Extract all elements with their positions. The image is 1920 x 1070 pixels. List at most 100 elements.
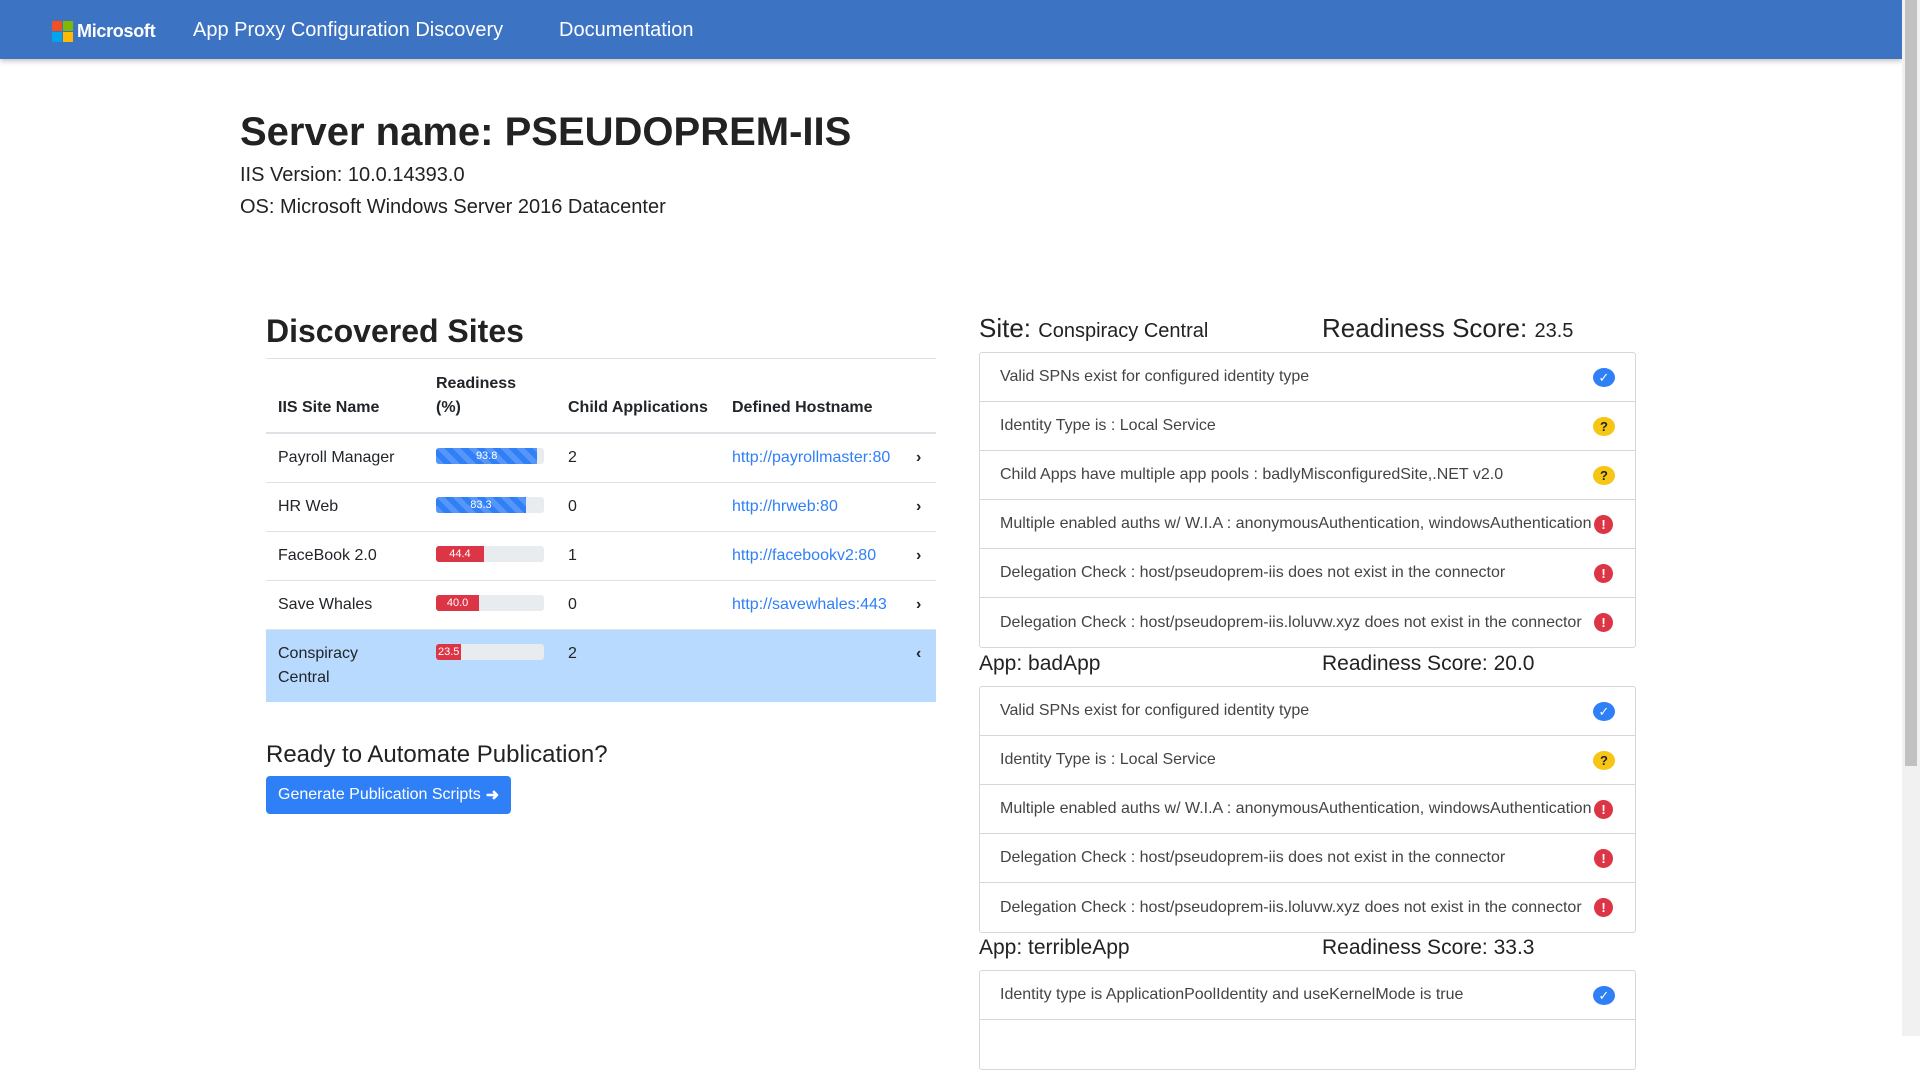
- expand-cell[interactable]: ›: [904, 481, 936, 531]
- readiness-progress-bar: 93.8: [436, 447, 544, 464]
- app-title: App: badApp: [979, 652, 1101, 675]
- hostname-cell: [720, 628, 904, 702]
- readiness-progress-fill: 40.0: [436, 594, 480, 611]
- expand-cell[interactable]: ‹: [904, 628, 936, 702]
- microsoft-logo-icon: [52, 20, 73, 42]
- col-expand: [904, 358, 936, 434]
- readiness-progress-fill: 44.4: [436, 545, 484, 562]
- error-icon: !: [1594, 800, 1613, 819]
- site-row[interactable]: Payroll Manager 93.8 2 http://payrollmaster…: [266, 432, 936, 482]
- hostname-cell: http://facebookv2:80: [720, 530, 904, 580]
- question-icon: ?: [1593, 751, 1615, 770]
- check-item: Delegation Check : host/pseudoprem-iis.l…: [980, 598, 1635, 647]
- site-row[interactable]: Conspiracy Central 23.5 2 ‹: [266, 628, 936, 702]
- error-icon: !: [1594, 515, 1613, 534]
- check-text: Identity type is ApplicationPoolIdentity…: [1000, 986, 1464, 1003]
- chevron-right-icon[interactable]: ›: [916, 547, 921, 564]
- col-readiness: Readiness (%): [424, 358, 556, 434]
- check-text: Child Apps have multiple app pools : bad…: [1000, 466, 1504, 483]
- check-item: Delegation Check : host/pseudoprem-iis.l…: [980, 883, 1635, 932]
- expand-cell[interactable]: ›: [904, 530, 936, 580]
- site-name-cell: FaceBook 2.0: [266, 530, 424, 580]
- hostname-cell: http://savewhales:443: [720, 579, 904, 629]
- readiness-cell: 40.0: [424, 579, 556, 629]
- check-item: Identity Type is : Local Service?: [980, 402, 1635, 451]
- error-icon: !: [1594, 849, 1613, 868]
- readiness-cell: 44.4: [424, 530, 556, 580]
- site-row[interactable]: HR Web 83.3 0 http://hrweb:80 ›: [266, 481, 936, 531]
- check-text: Delegation Check : host/pseudoprem-iis d…: [1000, 564, 1506, 581]
- sites-table-header: IIS Site Name Readiness (%) Child Applic…: [266, 358, 936, 434]
- readiness-progress-fill: 93.8: [436, 447, 538, 464]
- readiness-cell: 93.8: [424, 432, 556, 482]
- check-text: Valid SPNs exist for configured identity…: [1000, 368, 1310, 385]
- hostname-cell: http://payrollmaster:80: [720, 432, 904, 482]
- site-name-cell: Payroll Manager: [266, 432, 424, 482]
- sites-table: IIS Site Name Readiness (%) Child Applic…: [266, 358, 936, 702]
- app-score: Readiness Score: 33.3: [1322, 936, 1535, 959]
- app-check-list: Valid SPNs exist for configured identity…: [979, 686, 1636, 933]
- site-name-cell: Save Whales: [266, 579, 424, 629]
- readiness-progress-bar: 44.4: [436, 545, 544, 562]
- check-text: Delegation Check : host/pseudoprem-iis d…: [1000, 849, 1506, 866]
- check-item: Valid SPNs exist for configured identity…: [980, 353, 1635, 402]
- chevron-right-icon[interactable]: ›: [916, 449, 921, 466]
- automate-heading: Ready to Automate Publication?: [266, 741, 608, 768]
- col-child-apps: Child Applications: [556, 358, 720, 434]
- expand-cell[interactable]: ›: [904, 579, 936, 629]
- question-icon: ?: [1593, 417, 1615, 436]
- error-icon: !: [1594, 564, 1613, 583]
- site-score: 23.5: [1534, 320, 1574, 342]
- app-check-list: Identity type is ApplicationPoolIdentity…: [979, 970, 1636, 1070]
- readiness-progress-fill: 23.5: [436, 643, 462, 660]
- score-label: Readiness Score:: [1322, 313, 1528, 343]
- hostname-link[interactable]: http://savewhales:443: [732, 596, 887, 613]
- readiness-progress-bar: 23.5: [436, 643, 544, 660]
- check-text: Valid SPNs exist for configured identity…: [1000, 702, 1310, 719]
- top-navbar: Microsoft App Proxy Configuration Discov…: [0, 0, 1902, 59]
- nav-app-title[interactable]: App Proxy Configuration Discovery: [193, 19, 503, 42]
- hostname-link[interactable]: http://facebookv2:80: [732, 547, 876, 564]
- site-name-cell: HR Web: [266, 481, 424, 531]
- readiness-progress-fill: 83.3: [436, 496, 526, 513]
- site-name: Conspiracy Central: [1038, 320, 1209, 342]
- check-icon: ✓: [1593, 986, 1615, 1005]
- check-item: Identity Type is : Local Service?: [980, 736, 1635, 785]
- nav-documentation[interactable]: Documentation: [559, 19, 694, 42]
- app-title: App: terribleApp: [979, 936, 1130, 959]
- readiness-progress-bar: 40.0: [436, 594, 544, 611]
- question-icon: ?: [1593, 466, 1615, 485]
- arrow-right-icon: ➜: [485, 787, 500, 804]
- chevron-right-icon[interactable]: ›: [916, 596, 921, 613]
- check-text: Identity Type is : Local Service: [1000, 751, 1216, 768]
- microsoft-logo[interactable]: Microsoft: [52, 20, 156, 42]
- site-row[interactable]: Save Whales 40.0 0 http://savewhales:443 ›: [266, 579, 936, 629]
- chevron-left-icon[interactable]: ‹: [916, 645, 921, 662]
- readiness-progress-bar: 83.3: [436, 496, 544, 513]
- chevron-right-icon[interactable]: ›: [916, 498, 921, 515]
- discovered-sites-heading: Discovered Sites: [266, 313, 524, 349]
- site-score-heading: Readiness Score: 23.5: [1322, 313, 1573, 344]
- app-score: Readiness Score: 20.0: [1322, 652, 1535, 675]
- error-icon: !: [1594, 613, 1613, 632]
- child-apps-cell: 2: [556, 628, 720, 702]
- hostname-link[interactable]: http://hrweb:80: [732, 498, 838, 515]
- hostname-link[interactable]: http://payrollmaster:80: [732, 449, 890, 466]
- check-text: Identity Type is : Local Service: [1000, 417, 1216, 434]
- generate-scripts-button[interactable]: Generate Publication Scripts ➜: [266, 776, 512, 814]
- check-item: Valid SPNs exist for configured identity…: [980, 687, 1635, 736]
- readiness-cell: 23.5: [424, 628, 556, 702]
- check-text: Delegation Check : host/pseudoprem-iis.l…: [1000, 898, 1582, 916]
- page-scrollbar[interactable]: [1902, 0, 1920, 1036]
- scrollbar-thumb[interactable]: [1905, 0, 1917, 766]
- child-apps-cell: 1: [556, 530, 720, 580]
- col-hostname: Defined Hostname: [720, 358, 904, 434]
- expand-cell[interactable]: ›: [904, 432, 936, 482]
- site-label: Site:: [979, 313, 1032, 343]
- child-apps-cell: 0: [556, 481, 720, 531]
- site-row[interactable]: FaceBook 2.0 44.4 1 http://facebookv2:80 ›: [266, 530, 936, 580]
- error-icon: !: [1594, 898, 1613, 917]
- site-name-cell: Conspiracy Central: [266, 628, 424, 702]
- check-item: Child Apps have multiple app pools : bad…: [980, 451, 1635, 500]
- check-icon: ✓: [1593, 368, 1615, 387]
